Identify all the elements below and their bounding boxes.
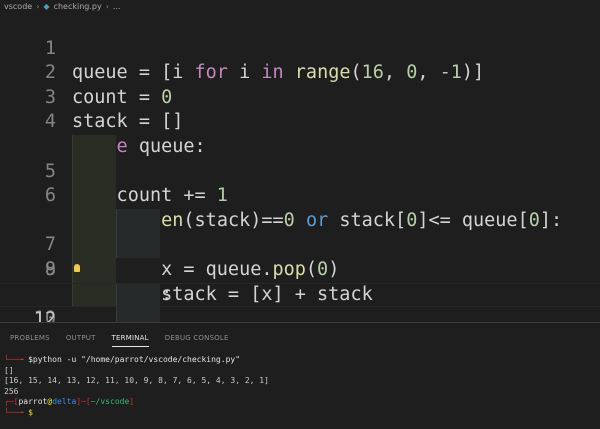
terminal-prompt-input[interactable]: └──╼ $ (4, 408, 596, 419)
code-line[interactable]: 7 x = queue.pop(0) (0, 160, 600, 280)
python-file-icon: ◆ (43, 1, 50, 11)
terminal-output-line: [] (4, 365, 14, 375)
tab-debug-console[interactable]: DEBUG CONSOLE (165, 328, 229, 346)
breadcrumb-folder[interactable]: vscode (4, 2, 32, 11)
code-line[interactable]: 3 stack = [] (0, 61, 600, 133)
breadcrumb: vscode › ◆ checking.py › ... (0, 0, 600, 12)
tab-problems[interactable]: PROBLEMS (10, 328, 50, 346)
terminal-command-line: └──╼ $python -u "/home/parrot/vscode/che… (4, 355, 241, 364)
terminal-output[interactable]: └──╼ $python -u "/home/parrot/vscode/che… (4, 355, 596, 418)
code-line[interactable]: 2 count = 0 (0, 37, 600, 108)
code-line[interactable]: 4 while queue: (0, 86, 600, 157)
breadcrumb-file[interactable]: checking.py (54, 2, 102, 11)
chevron-right-icon: › (105, 1, 109, 11)
lightbulb-icon[interactable] (74, 264, 80, 272)
code-line[interactable]: 10 x = stack.pop(0) (0, 233, 600, 354)
code-editor[interactable]: 1 queue = [i for i in range(16, 0, -1)] … (0, 12, 600, 403)
bottom-panel: PROBLEMS OUTPUT TERMINAL DEBUG CONSOLE └… (0, 322, 600, 429)
code-line[interactable]: 8 stack = [x] + stack (0, 184, 600, 305)
code-line[interactable]: 6 if len(stack)==0 or stack[0]<= queue[0… (0, 135, 600, 231)
code-line[interactable]: 9 else: (0, 209, 600, 305)
tab-terminal[interactable]: TERMINAL (111, 328, 149, 347)
terminal-output-line: [16, 15, 14, 13, 12, 11, 10, 9, 8, 7, 6,… (4, 376, 269, 385)
code-line[interactable]: 11 queue = queue + [x] (0, 258, 600, 403)
code-line-active[interactable]: 12 print(queue, stack, count, sep="\n") (0, 282, 600, 355)
code-line[interactable]: 1 queue = [i for i in range(16, 0, -1)] (0, 12, 600, 84)
chevron-right-icon: › (36, 1, 40, 11)
breadcrumb-more[interactable]: ... (113, 2, 121, 11)
panel-tabs: PROBLEMS OUTPUT TERMINAL DEBUG CONSOLE (0, 323, 600, 351)
terminal-prompt: ┌─[parrot@delta]─[~/vscode] (4, 397, 135, 406)
terminal-output-line: 256 (4, 386, 19, 396)
code-line[interactable]: 5 count += 1 (0, 110, 600, 206)
tab-output[interactable]: OUTPUT (66, 328, 96, 346)
